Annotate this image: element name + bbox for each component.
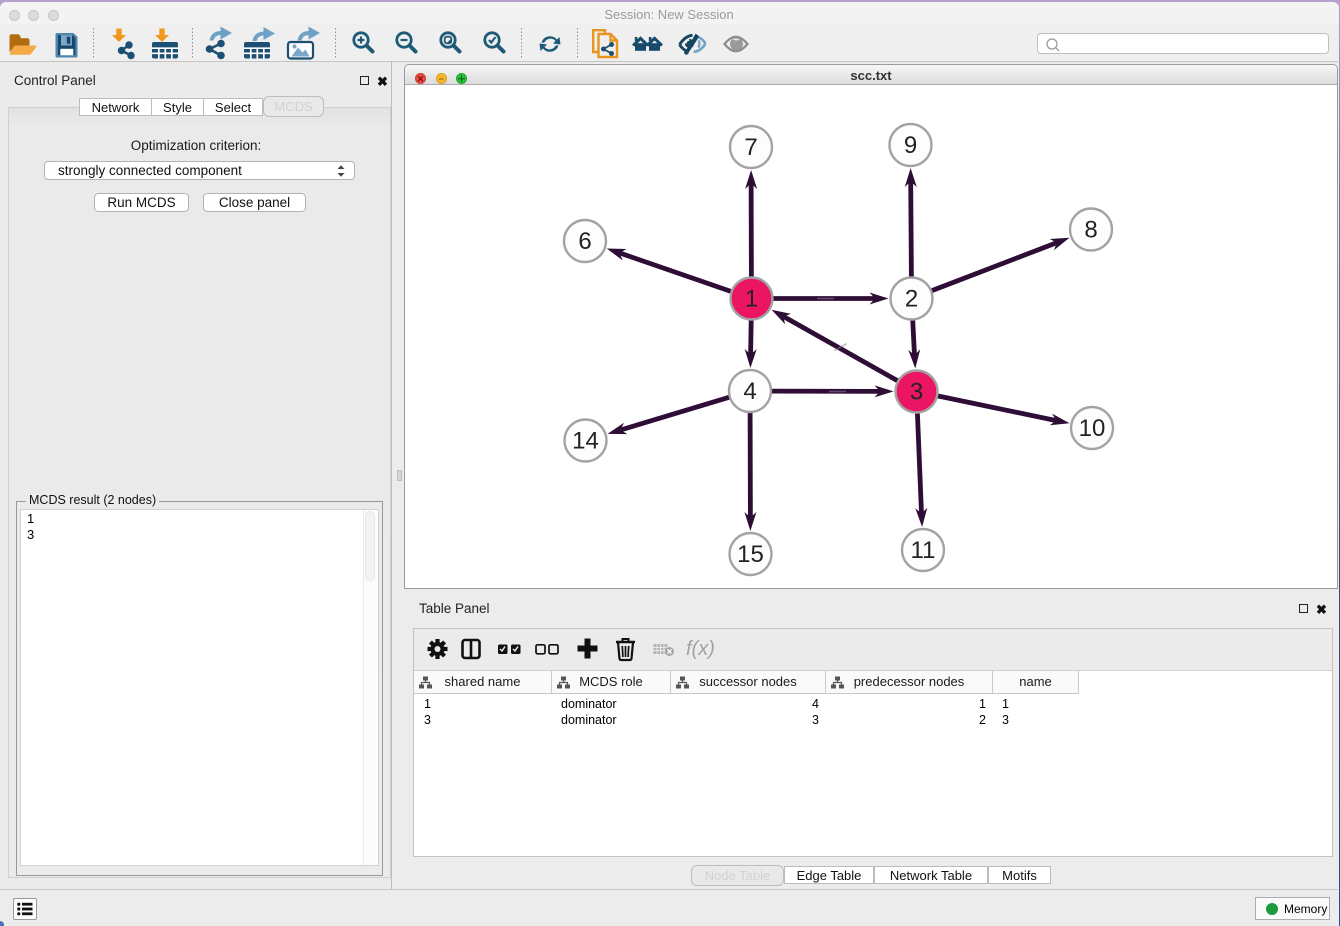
svg-text:2: 2 [905, 286, 918, 313]
svg-text:15: 15 [737, 541, 764, 568]
svg-text:11: 11 [911, 537, 936, 564]
svg-text:14: 14 [572, 428, 599, 455]
svg-text:7: 7 [744, 134, 757, 161]
svg-text:9: 9 [904, 132, 917, 159]
svg-text:3: 3 [910, 379, 923, 406]
svg-text:8: 8 [1084, 217, 1097, 244]
svg-text:1: 1 [745, 286, 758, 313]
svg-text:f(x): f(x) [686, 638, 715, 660]
svg-text:4: 4 [743, 378, 756, 405]
svg-text:10: 10 [1079, 415, 1106, 442]
svg-text:6: 6 [578, 228, 591, 255]
